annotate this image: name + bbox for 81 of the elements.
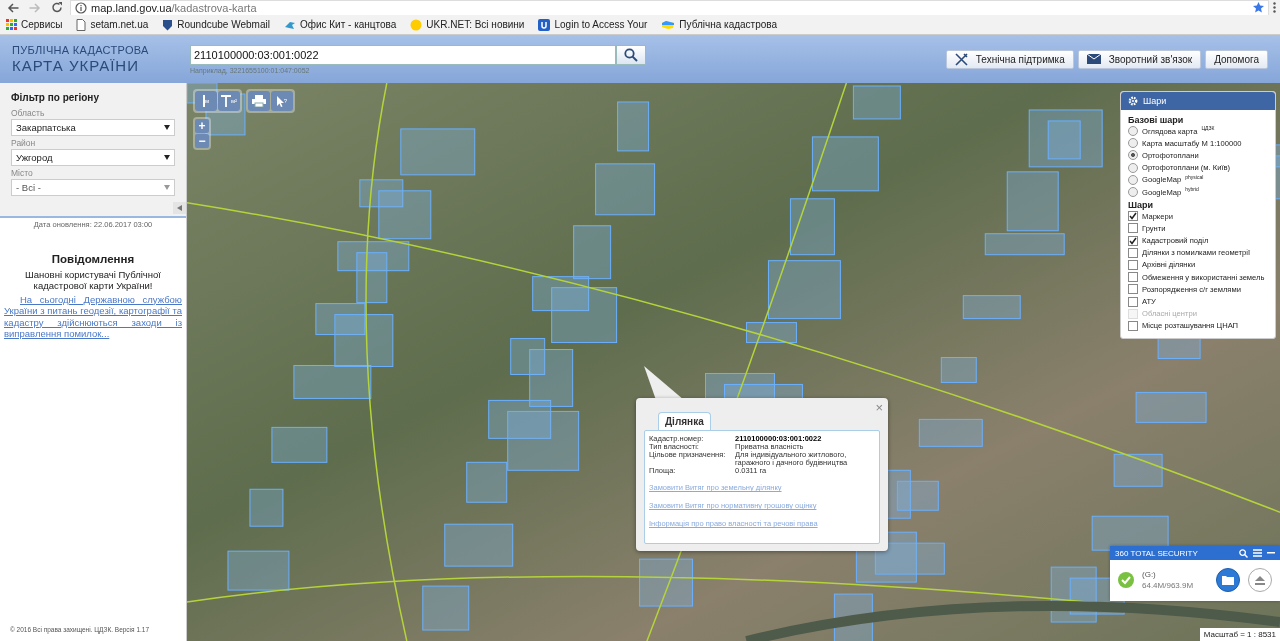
circle-icon bbox=[410, 18, 423, 31]
map-icon bbox=[661, 19, 676, 30]
u-square-icon bbox=[538, 18, 551, 31]
drive-label: (G:) bbox=[1142, 570, 1157, 579]
radio-button[interactable] bbox=[1128, 187, 1138, 198]
caret-icon bbox=[164, 155, 170, 160]
field-label: Місто bbox=[11, 168, 34, 178]
checkbox[interactable] bbox=[1128, 235, 1138, 246]
bookmark[interactable]: Сервисы bbox=[6, 19, 63, 30]
checkbox[interactable] bbox=[1128, 223, 1138, 234]
minimize-icon[interactable] bbox=[1267, 552, 1275, 554]
radio-button[interactable] bbox=[1128, 126, 1138, 137]
ruler-line-icon bbox=[202, 95, 205, 107]
apps-grid-icon bbox=[6, 19, 17, 30]
section-title: Шари bbox=[1128, 200, 1155, 211]
header-button[interactable]: Технічна підтримка bbox=[945, 49, 1074, 69]
radio-button[interactable] bbox=[1128, 174, 1138, 185]
notice-text: Шановні користувачі Публічної кадастрової карти України! bbox=[24, 269, 162, 292]
printer-icon bbox=[252, 95, 266, 107]
filter-title: Фільтр по регіону bbox=[11, 92, 100, 103]
page-icon bbox=[76, 18, 87, 31]
check-circle-icon bbox=[1118, 572, 1134, 588]
caret-icon bbox=[164, 125, 170, 130]
url-text: map.land.gov.ua/kadastrova-karta bbox=[91, 1, 258, 14]
gear-icon bbox=[1128, 96, 1138, 106]
print-button[interactable] bbox=[248, 91, 270, 111]
bookmark[interactable]: Публічна кадастрова bbox=[661, 19, 778, 30]
notice-link[interactable]: На сьогодні Державною службою України з питань геодезії, картографії та кадастру здійснюються заходи із виправлення помилок... bbox=[4, 293, 182, 340]
scale-label: Масштаб = 1 : 8531 bbox=[1199, 628, 1280, 641]
logo-title: КАРТА УКРАЇНИ bbox=[12, 58, 140, 73]
layers-title: Шари bbox=[1143, 96, 1167, 106]
drive-size: 64.4M/963.9M bbox=[1142, 581, 1195, 590]
radio-button[interactable] bbox=[1128, 150, 1138, 161]
menu-icon[interactable] bbox=[1253, 549, 1262, 557]
cursor-icon bbox=[276, 95, 284, 107]
header-button[interactable]: Допомога bbox=[1205, 49, 1268, 69]
envelope-icon bbox=[1086, 54, 1101, 64]
region-select[interactable]: Закарпатська bbox=[11, 119, 175, 136]
collapse-button[interactable] bbox=[173, 202, 186, 214]
ruler-area-icon bbox=[220, 95, 231, 107]
logo-text: ПУБЛІЧНА КАДАСТРОВА bbox=[12, 45, 150, 56]
zoom-button[interactable]: − bbox=[195, 134, 209, 148]
search-button[interactable] bbox=[616, 44, 646, 65]
open-folder-button[interactable] bbox=[1216, 568, 1240, 592]
address-bar[interactable]: map.land.gov.ua/kadastrova-karta bbox=[70, 0, 1269, 16]
field-label: Область bbox=[11, 108, 46, 118]
bookmark[interactable]: Офис Кит - канцтова bbox=[283, 18, 397, 31]
checkbox[interactable] bbox=[1128, 272, 1138, 283]
checkbox[interactable] bbox=[1128, 320, 1138, 331]
bookmark[interactable]: Roundcube Webmail bbox=[162, 18, 270, 31]
bookmark[interactable]: setam.net.ua bbox=[76, 18, 149, 31]
radio-button[interactable] bbox=[1128, 162, 1138, 173]
header-button[interactable]: Зворотний зв'язок bbox=[1077, 49, 1202, 69]
menu-icon[interactable] bbox=[1273, 2, 1276, 13]
notice-title: Повідомлення bbox=[51, 253, 135, 265]
checkbox[interactable] bbox=[1128, 259, 1138, 270]
popup-tab[interactable]: Ділянка bbox=[658, 412, 711, 430]
search-icon bbox=[624, 47, 638, 62]
caret-icon bbox=[164, 185, 170, 190]
checkbox[interactable] bbox=[1128, 296, 1138, 307]
checkbox[interactable] bbox=[1128, 284, 1138, 295]
bookmark[interactable]: Login to Access Your bbox=[538, 18, 648, 31]
section-title: Базові шари bbox=[1128, 115, 1185, 125]
bookmark[interactable]: UKR.NET: Всі новини bbox=[410, 18, 525, 31]
widget-title: 360 TOTAL SECURITY bbox=[1115, 548, 1198, 558]
zoom-button[interactable]: + bbox=[195, 119, 209, 133]
tools-icon bbox=[954, 52, 968, 66]
star-icon[interactable] bbox=[1253, 2, 1264, 13]
field-label: Район bbox=[11, 138, 37, 148]
eject-icon bbox=[1255, 575, 1265, 585]
checkbox[interactable] bbox=[1128, 247, 1138, 258]
search-field[interactable]: 2110100000:03:001:0022 bbox=[190, 44, 616, 65]
radio-button[interactable] bbox=[1128, 138, 1138, 149]
eject-button[interactable] bbox=[1248, 568, 1272, 592]
folder-icon bbox=[1222, 575, 1234, 585]
caret-icon bbox=[177, 205, 182, 211]
checkbox[interactable] bbox=[1128, 211, 1138, 222]
search-icon[interactable] bbox=[1239, 548, 1248, 558]
region-select[interactable]: Ужгород bbox=[11, 149, 175, 166]
info-icon bbox=[75, 1, 87, 14]
shield-icon bbox=[162, 18, 174, 31]
